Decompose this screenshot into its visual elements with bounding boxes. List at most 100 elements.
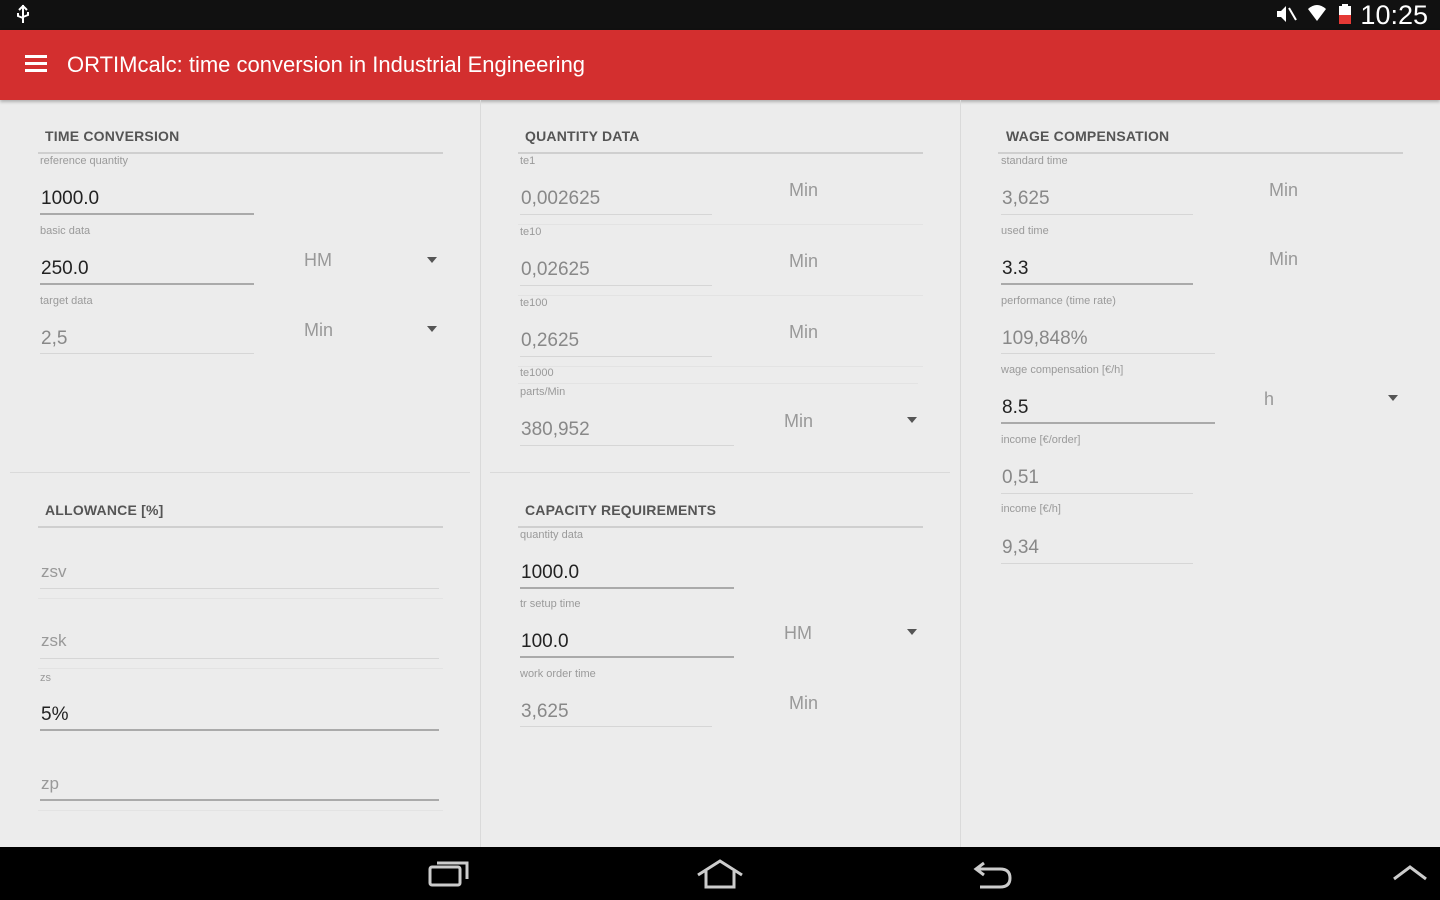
- field-label: wage compensation [€/h]: [1001, 364, 1124, 376]
- work-order-time-value: 3,625: [521, 701, 569, 722]
- input-underline: [520, 214, 712, 215]
- dropdown-arrow-icon: [907, 417, 917, 423]
- dropdown-value: HM: [784, 623, 812, 643]
- te1-value: 0,002625: [521, 188, 601, 209]
- performance-value: 109,848%: [1002, 328, 1088, 349]
- section-underline: [518, 526, 923, 528]
- input-underline: [1001, 563, 1193, 564]
- menu-icon[interactable]: [25, 55, 47, 73]
- mute-icon: [1274, 3, 1298, 31]
- field-label: te10: [520, 226, 542, 238]
- chevron-up-icon[interactable]: [1390, 861, 1430, 890]
- wage-compensation-input[interactable]: 8.5: [1002, 397, 1028, 419]
- app-title: ORTIMcalc: time conversion in Industrial…: [67, 52, 586, 77]
- input-underline: [520, 445, 734, 446]
- field-label: work order time: [520, 668, 596, 680]
- income-order-value: 0,51: [1002, 467, 1039, 488]
- input-underline: [1001, 493, 1193, 494]
- field-label: reference quantity: [40, 155, 129, 167]
- separator: [518, 366, 923, 367]
- section-title: CAPACITY REQUIREMENTS: [525, 502, 717, 518]
- section-underline: [38, 152, 443, 154]
- field-label: te1: [520, 155, 536, 167]
- field-label: tr setup time: [520, 598, 581, 610]
- section-title: ALLOWANCE [%]: [45, 502, 164, 518]
- capacity-quantity-input[interactable]: 1000.0: [521, 562, 579, 584]
- separator: [518, 295, 923, 296]
- zsk-input[interactable]: zsk: [41, 631, 67, 651]
- status-bar: 10:25: [0, 0, 1440, 30]
- field-label: te1000: [520, 367, 554, 379]
- dropdown-value: HM: [304, 250, 332, 270]
- field-label: standard time: [1001, 155, 1068, 167]
- basic-data-input[interactable]: 250.0: [41, 258, 89, 280]
- separator: [38, 598, 443, 599]
- separator: [38, 668, 443, 669]
- unit-label: Min: [1269, 249, 1299, 269]
- input-underline: [40, 213, 254, 215]
- input-underline: [520, 587, 734, 589]
- input-underline: [1001, 283, 1193, 285]
- section-underline: [518, 152, 923, 154]
- target-data-value[interactable]: 2,5: [41, 328, 67, 350]
- navigation-bar: [0, 847, 1440, 900]
- input-underline: [520, 285, 712, 286]
- zs-input[interactable]: 5%: [41, 704, 68, 726]
- unit-label: Min: [789, 322, 819, 342]
- section-title: TIME CONVERSION: [45, 128, 180, 144]
- dropdown-value: Min: [784, 411, 814, 431]
- field-label: income [€/order]: [1001, 434, 1081, 446]
- used-time-input[interactable]: 3.3: [1002, 258, 1028, 280]
- unit-label: Min: [1269, 180, 1299, 200]
- input-underline: [40, 283, 254, 285]
- separator: [518, 383, 918, 384]
- input-underline: [1001, 422, 1215, 424]
- dropdown-value: h: [1264, 389, 1275, 409]
- input-underline: [520, 656, 734, 658]
- field-label: performance (time rate): [1001, 295, 1116, 307]
- section-title: QUANTITY DATA: [525, 128, 640, 144]
- setup-time-input[interactable]: 100.0: [521, 631, 569, 653]
- input-underline: [1001, 214, 1193, 215]
- battery-icon: [1336, 3, 1354, 31]
- back-icon[interactable]: [970, 857, 1014, 896]
- field-label: te100: [520, 297, 548, 309]
- zsv-input[interactable]: zsv: [41, 562, 67, 582]
- zp-input[interactable]: zp: [41, 774, 59, 794]
- recent-apps-icon[interactable]: [427, 857, 471, 896]
- field-label: income [€/h]: [1001, 503, 1061, 515]
- main-content: TIME CONVERSION reference quantity 1000.…: [0, 100, 1440, 847]
- separator: [518, 224, 923, 225]
- column-divider: [960, 100, 961, 847]
- unit-label: Min: [789, 693, 819, 713]
- dropdown-arrow-icon: [907, 629, 917, 635]
- status-clock: 10:25: [1360, 0, 1428, 30]
- dropdown-arrow-icon: [1388, 395, 1398, 401]
- te10-value: 0,02625: [521, 259, 590, 280]
- wifi-icon: [1306, 3, 1328, 31]
- column-divider: [480, 100, 481, 847]
- input-underline: [40, 658, 439, 659]
- row-divider: [490, 472, 950, 473]
- te100-value: 0,2625: [521, 330, 580, 351]
- dropdown-arrow-icon: [427, 326, 437, 332]
- parts-per-min-value: 380,952: [521, 419, 590, 440]
- input-underline: [40, 799, 439, 801]
- input-underline: [1001, 353, 1215, 354]
- field-label: parts/Min: [520, 386, 566, 398]
- dropdown-value: Min: [304, 320, 334, 340]
- home-icon[interactable]: [695, 857, 745, 896]
- unit-label: Min: [789, 180, 819, 200]
- input-underline: [520, 726, 712, 727]
- section-underline: [38, 526, 443, 528]
- field-label: used time: [1001, 225, 1049, 237]
- separator: [38, 810, 443, 811]
- section-title: WAGE COMPENSATION: [1006, 128, 1170, 144]
- row-divider: [10, 472, 470, 473]
- field-label: target data: [40, 295, 93, 307]
- income-hour-value: 9,34: [1002, 537, 1039, 558]
- reference-quantity-input[interactable]: 1000.0: [41, 188, 99, 210]
- input-underline: [40, 729, 439, 731]
- usb-icon: [12, 3, 34, 31]
- section-underline: [998, 152, 1403, 154]
